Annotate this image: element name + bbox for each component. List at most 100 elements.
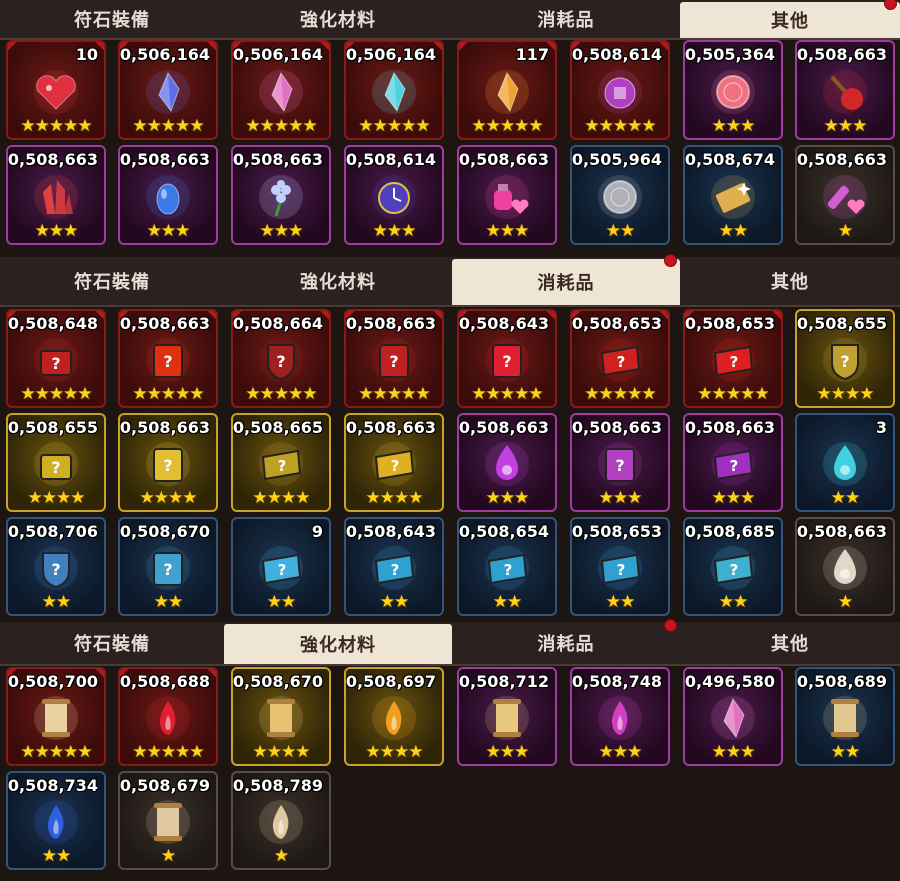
inventory-item[interactable]: ? 10,508,643 ★★ (344, 517, 444, 616)
inventory-item[interactable]: 10,508,663 ★★★ (795, 40, 895, 140)
tab-consumables[interactable]: 消耗品 (452, 259, 680, 305)
inventory-item[interactable]: 10,508,700 ★★★★★ (6, 667, 106, 766)
inventory-item[interactable]: 10,508,789 ★ (231, 771, 331, 870)
inventory-item[interactable]: 10,508,734 ★★ (6, 771, 106, 870)
inventory-item[interactable]: ? 10,508,663 ★★★★ (118, 413, 218, 512)
inventory-item[interactable]: ? 9 ★★ (231, 517, 331, 616)
inventory-item[interactable]: 10,508,674 ★★ (683, 145, 783, 245)
star-rating: ★★★ (372, 221, 417, 241)
star-rating: ★★★ (711, 116, 756, 136)
star-rating: ★★★ (598, 742, 643, 762)
star-rating: ★★★ (485, 742, 530, 762)
corner-ornament (8, 42, 17, 51)
inventory-item[interactable]: 10,505,964 ★★ (570, 145, 670, 245)
mystery-scroll-icon: ? (480, 541, 534, 595)
inventory-item[interactable]: ? 10,508,655 ★★★★ (795, 309, 895, 408)
inventory-item[interactable]: 10,496,580 ★★★ (683, 667, 783, 766)
inventory-item[interactable]: 3 ★★ (795, 413, 895, 512)
inventory-item[interactable]: ? 10,508,665 ★★★★ (231, 413, 331, 512)
mystery-chest-icon: ? (29, 333, 83, 387)
inventory-item[interactable]: 10,506,164 ★★★★★ (231, 40, 331, 140)
star-rating: ★★ (492, 592, 522, 612)
inventory-item[interactable]: 10 ★★★★★ (6, 40, 106, 140)
inventory-item[interactable]: 10,508,663 ★★★ (6, 145, 106, 245)
star-rating: ★★★ (711, 488, 756, 508)
svg-text:?: ? (391, 561, 400, 579)
inventory-item[interactable]: ? 10,508,663 ★★★★★ (118, 309, 218, 408)
inventory-item[interactable]: 10,508,689 ★★ (795, 667, 895, 766)
tab-enhance-materials[interactable]: 強化材料 (224, 257, 452, 305)
mystery-scroll-icon: ? (706, 333, 760, 387)
inventory-item[interactable]: 10,508,670 ★★★★ (231, 667, 331, 766)
inventory-item[interactable]: 10,508,679 ★ (118, 771, 218, 870)
inventory-item[interactable]: 10,508,748 ★★★ (570, 667, 670, 766)
star-rating: ★★★ (485, 221, 530, 241)
svg-text:?: ? (730, 457, 739, 475)
star-rating: ★★★★★ (584, 116, 656, 136)
mystery-shield-icon: ? (29, 541, 83, 595)
inventory-item[interactable]: ? 10,508,664 ★★★★★ (231, 309, 331, 408)
star-rating: ★★★★ (252, 742, 311, 762)
tab-label: 強化材料 (300, 272, 376, 293)
tab-consumables[interactable]: 消耗品 (452, 622, 680, 664)
star-rating: ★★ (41, 846, 71, 866)
inventory-item[interactable]: 10,508,663 ★★★ (457, 413, 557, 512)
inventory-item[interactable]: ? 10,508,653 ★★★★★ (570, 309, 670, 408)
inventory-item[interactable]: 10,506,164 ★★★★★ (344, 40, 444, 140)
inventory-item[interactable]: ? 10,508,643 ★★★★★ (457, 309, 557, 408)
tab-rune-equipment[interactable]: 符石裝備 (0, 257, 224, 305)
inventory-item[interactable]: 10,506,164 ★★★★★ (118, 40, 218, 140)
inventory-item[interactable]: ? 10,508,653 ★★ (570, 517, 670, 616)
inventory-item[interactable]: 10,505,364 ★★★ (683, 40, 783, 140)
inventory-item[interactable]: 10,508,614 ★★★ (344, 145, 444, 245)
inventory-item[interactable]: 117 ★★★★★ (457, 40, 557, 140)
inventory-item[interactable]: ? 10,508,663 ★★★★ (344, 413, 444, 512)
tab-other[interactable]: 其他 (680, 257, 900, 305)
inventory-item[interactable]: 10,508,614 ★★★★★ (570, 40, 670, 140)
inventory-item[interactable]: 10,508,663 ★ (795, 145, 895, 245)
inventory-item[interactable]: 10,508,663 ★★★ (118, 145, 218, 245)
svg-text:?: ? (391, 457, 400, 475)
star-rating: ★★★ (711, 742, 756, 762)
inventory-item[interactable]: 10,508,712 ★★★ (457, 667, 557, 766)
item-count: 10,508,663 (118, 418, 210, 437)
svg-text:?: ? (730, 561, 739, 579)
egg-gem-icon (141, 170, 195, 224)
notification-dot (664, 619, 677, 632)
star-rating: ★★★ (259, 221, 304, 241)
inventory-item[interactable]: ? 10,508,648 ★★★★★ (6, 309, 106, 408)
tab-consumables[interactable]: 消耗品 (452, 0, 680, 38)
mystery-scroll-icon: ? (367, 541, 421, 595)
inventory-item[interactable]: ? 10,508,663 ★★★ (570, 413, 670, 512)
inventory-item[interactable]: ? 10,508,663 ★★★ (683, 413, 783, 512)
tab-other[interactable]: 其他 (680, 2, 900, 38)
inventory-item[interactable]: 10,508,663 ★★★ (231, 145, 331, 245)
crystal-shard-icon (367, 65, 421, 119)
item-count: 10,508,663 (683, 418, 775, 437)
tab-enhance-materials[interactable]: 強化材料 (224, 0, 452, 38)
crystal-shard-icon (706, 691, 760, 745)
star-rating: ★★ (379, 592, 409, 612)
inventory-item[interactable]: 10,508,688 ★★★★★ (118, 667, 218, 766)
item-count: 10,508,670 (118, 522, 210, 541)
tab-rune-equipment[interactable]: 符石裝備 (0, 0, 224, 38)
inventory-item[interactable]: ? 10,508,653 ★★★★★ (683, 309, 783, 408)
tab-rune-equipment[interactable]: 符石裝備 (0, 622, 224, 664)
flame-icon (593, 691, 647, 745)
inventory-item[interactable]: ? 10,508,670 ★★ (118, 517, 218, 616)
spirit-flame-icon (818, 437, 872, 491)
inventory-item[interactable]: ? 10,508,706 ★★ (6, 517, 106, 616)
svg-text:?: ? (163, 560, 172, 579)
inventory-item[interactable]: ? 10,508,655 ★★★★ (6, 413, 106, 512)
inventory-item[interactable]: 10,508,663 ★ (795, 517, 895, 616)
inventory-item[interactable]: ? 10,508,654 ★★ (457, 517, 557, 616)
flame-icon (141, 691, 195, 745)
item-count: 10,508,712 (457, 672, 549, 691)
tab-other[interactable]: 其他 (680, 622, 900, 664)
tab-enhance-materials[interactable]: 強化材料 (224, 624, 452, 664)
inventory-item[interactable]: ? 10,508,663 ★★★★★ (344, 309, 444, 408)
star-rating: ★★ (718, 221, 748, 241)
inventory-item[interactable]: ? 10,508,685 ★★ (683, 517, 783, 616)
inventory-item[interactable]: 10,508,697 ★★★★ (344, 667, 444, 766)
inventory-item[interactable]: 10,508,663 ★★★ (457, 145, 557, 245)
